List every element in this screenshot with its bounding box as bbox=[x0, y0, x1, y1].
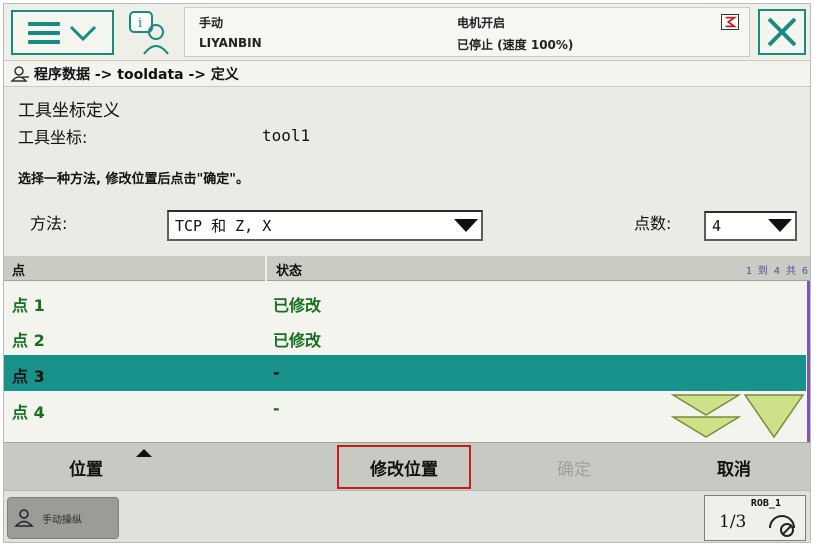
row-point: 点 3 bbox=[12, 367, 45, 386]
row-status: - bbox=[273, 363, 280, 382]
position-label: 位置 bbox=[69, 459, 103, 480]
method-label: 方法: bbox=[30, 214, 68, 233]
command-bar: 位置 修改位置 确定 取消 bbox=[4, 442, 810, 490]
vertical-scrollbar[interactable] bbox=[807, 281, 810, 442]
page-down-icon[interactable] bbox=[671, 393, 741, 439]
row-status: 已修改 bbox=[273, 331, 322, 350]
method-select[interactable]: TCP 和 Z, X bbox=[167, 210, 483, 241]
method-value: TCP 和 Z, X bbox=[175, 217, 272, 235]
table-row[interactable]: 点 2 已修改 bbox=[4, 319, 806, 355]
event-log-icon[interactable]: i bbox=[126, 10, 176, 56]
top-bar: i 手动 LIYANBIN 电机开启 已停止 (速度 100%) bbox=[4, 4, 810, 60]
cancel-button[interactable]: 取消 bbox=[664, 445, 804, 489]
chevron-down-icon bbox=[69, 25, 96, 41]
row-status: 已修改 bbox=[273, 296, 322, 315]
dropdown-caret-icon bbox=[451, 212, 481, 239]
cancel-label: 取消 bbox=[717, 459, 751, 480]
points-table: 点 状态 1 到 4 共 6 点 1 已修改 点 2 已修改 点 3 - 点 4… bbox=[4, 256, 810, 442]
column-header-point: 点 bbox=[12, 264, 26, 279]
table-row-selected[interactable]: 点 3 - bbox=[4, 355, 806, 391]
column-divider bbox=[265, 256, 267, 281]
definition-panel: 工具坐标定义 工具坐标: tool1 选择一种方法, 修改位置后点击"确定"。 … bbox=[4, 88, 810, 256]
tool-label: 工具坐标: bbox=[18, 128, 88, 147]
mode-text: 手动 bbox=[199, 16, 224, 30]
jogging-task-button[interactable]: 手动操纵 bbox=[7, 497, 119, 539]
table-header: 点 状态 1 到 4 共 6 bbox=[4, 256, 810, 281]
close-button[interactable] bbox=[758, 9, 806, 55]
row-status: - bbox=[273, 399, 280, 418]
program-data-icon bbox=[10, 65, 29, 82]
scroll-down-icon[interactable] bbox=[743, 393, 805, 439]
user-text: LIYANBIN bbox=[199, 36, 262, 50]
row-point: 点 1 bbox=[12, 296, 45, 315]
hamburger-icon bbox=[27, 21, 60, 44]
breadcrumb-path: 程序数据 -> tooldata -> 定义 bbox=[34, 66, 239, 83]
status-flag-icon bbox=[721, 14, 739, 30]
jogging-task-label: 手动操纵 bbox=[42, 514, 82, 526]
point-count-label: 点数: bbox=[634, 214, 672, 233]
svg-text:i: i bbox=[138, 16, 142, 31]
breadcrumb: 程序数据 -> tooldata -> 定义 bbox=[4, 60, 810, 87]
row-point: 点 4 bbox=[12, 403, 45, 422]
point-count-select[interactable]: 4 bbox=[704, 211, 797, 241]
main-menu-button[interactable] bbox=[11, 10, 114, 55]
status-bar: 手动操纵 ROB_1 1/3 bbox=[4, 490, 810, 542]
row-point: 点 2 bbox=[12, 331, 45, 350]
robot-fraction: 1/3 bbox=[719, 512, 747, 532]
menu-up-icon bbox=[136, 449, 152, 457]
tool-value: tool1 bbox=[262, 126, 311, 145]
jogging-icon bbox=[14, 509, 34, 527]
close-icon bbox=[767, 17, 797, 47]
modify-position-button[interactable]: 修改位置 bbox=[337, 445, 471, 489]
robot-name: ROB_1 bbox=[750, 498, 781, 509]
point-count-value: 4 bbox=[712, 217, 722, 235]
status-panel[interactable]: 手动 LIYANBIN 电机开启 已停止 (速度 100%) bbox=[184, 7, 750, 57]
instruction-text: 选择一种方法, 修改位置后点击"确定"。 bbox=[18, 172, 250, 187]
pagination-text: 1 到 4 共 6 bbox=[745, 266, 808, 277]
speed-mode-icon bbox=[769, 515, 795, 537]
table-row[interactable]: 点 1 已修改 bbox=[4, 284, 806, 320]
quickset-button[interactable]: ROB_1 1/3 bbox=[704, 495, 806, 541]
motor-state-text: 电机开启 bbox=[457, 16, 506, 30]
run-state-text: 已停止 (速度 100%) bbox=[457, 38, 574, 52]
flexpendant-window: i 手动 LIYANBIN 电机开启 已停止 (速度 100%) 程序数据 ->… bbox=[3, 3, 811, 543]
ok-button[interactable]: 确定 bbox=[504, 445, 644, 489]
modify-position-label: 修改位置 bbox=[370, 459, 438, 480]
column-header-status: 状态 bbox=[276, 264, 303, 279]
ok-label: 确定 bbox=[557, 459, 591, 480]
dropdown-caret-icon bbox=[765, 213, 795, 239]
page-title: 工具坐标定义 bbox=[18, 101, 120, 121]
